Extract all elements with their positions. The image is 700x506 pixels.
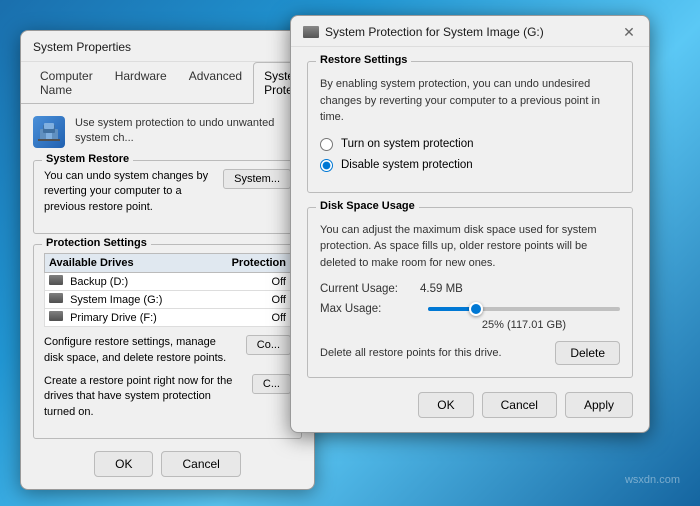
system-props-cancel-button[interactable]: Cancel xyxy=(161,451,240,477)
system-props-ok-button[interactable]: OK xyxy=(94,451,153,477)
restore-settings-section: Restore Settings By enabling system prot… xyxy=(307,61,633,193)
sp-title-drive-icon xyxy=(303,26,319,38)
delete-text: Delete all restore points for this drive… xyxy=(320,347,502,359)
sp-close-button[interactable]: ✕ xyxy=(621,24,637,40)
drive-name-backup: Backup (D:) xyxy=(49,275,128,288)
create-row: Create a restore point right now for the… xyxy=(44,374,291,420)
system-restore-row: You can undo system changes by reverting… xyxy=(44,169,291,215)
drive-protection-primary: Off xyxy=(272,312,286,324)
drive-icon-backup xyxy=(49,275,63,285)
turn-on-radio-row[interactable]: Turn on system protection xyxy=(320,138,620,151)
protection-settings-title: Protection Settings xyxy=(42,237,151,249)
sp-titlebar: System Protection for System Image (G:) … xyxy=(291,16,649,47)
sp-title-area: System Protection for System Image (G:) xyxy=(303,25,544,39)
disable-radio[interactable] xyxy=(320,159,333,172)
watermark: wsxdn.com xyxy=(625,474,680,486)
tab-computer-name[interactable]: Computer Name xyxy=(29,62,104,104)
turn-on-radio[interactable] xyxy=(320,138,333,151)
protection-settings-section: Protection Settings Available Drives Pro… xyxy=(33,244,302,439)
drive-protection-sysimage: Off xyxy=(272,294,286,306)
info-icon xyxy=(33,116,65,148)
sp-apply-button[interactable]: Apply xyxy=(565,392,633,418)
configure-text: Configure restore settings, manage disk … xyxy=(44,335,238,366)
restore-settings-desc: By enabling system protection, you can u… xyxy=(320,76,620,126)
max-usage-label: Max Usage: xyxy=(320,303,420,315)
system-props-tabs: Computer Name Hardware Advanced System P… xyxy=(21,62,314,104)
system-restore-button[interactable]: System... xyxy=(223,169,291,189)
drives-col-header: Available Drives xyxy=(49,257,134,269)
drives-table-header: Available Drives Protection xyxy=(44,253,291,273)
drive-name-sysimage: System Image (G:) xyxy=(49,293,162,306)
system-props-titlebar: System Properties ✕ xyxy=(21,31,314,62)
delete-button[interactable]: Delete xyxy=(555,341,620,365)
drive-row-backup[interactable]: Backup (D:) Off xyxy=(44,273,291,291)
sp-content: Restore Settings By enabling system prot… xyxy=(291,47,649,432)
current-usage-label: Current Usage: xyxy=(320,283,420,295)
configure-button[interactable]: Co... xyxy=(246,335,291,355)
disk-space-title: Disk Space Usage xyxy=(316,200,419,212)
drive-name-primary: Primary Drive (F:) xyxy=(49,311,157,324)
drive-icon-sysimage xyxy=(49,293,63,303)
drive-row-primary[interactable]: Primary Drive (F:) Off xyxy=(44,309,291,327)
create-button[interactable]: C... xyxy=(252,374,291,394)
disk-space-desc: You can adjust the maximum disk space us… xyxy=(320,222,620,272)
slider-track xyxy=(428,307,620,311)
system-restore-section: System Restore You can undo system chang… xyxy=(33,160,302,234)
current-usage-value: 4.59 MB xyxy=(420,283,463,295)
system-restore-title: System Restore xyxy=(42,153,133,165)
sp-ok-button[interactable]: OK xyxy=(418,392,473,418)
restore-settings-title: Restore Settings xyxy=(316,54,411,66)
turn-on-label: Turn on system protection xyxy=(341,138,474,150)
sys-protection-dialog: System Protection for System Image (G:) … xyxy=(290,15,650,433)
sp-title-text: System Protection for System Image (G:) xyxy=(325,25,544,39)
create-text: Create a restore point right now for the… xyxy=(44,374,244,420)
configure-row: Configure restore settings, manage disk … xyxy=(44,335,291,366)
slider-thumb[interactable] xyxy=(469,302,483,316)
disk-space-section: Disk Space Usage You can adjust the maxi… xyxy=(307,207,633,379)
system-props-content: Use system protection to undo unwanted s… xyxy=(21,104,314,489)
system-props-bottom-buttons: OK Cancel xyxy=(33,451,302,477)
system-restore-text: You can undo system changes by reverting… xyxy=(44,169,215,215)
disable-radio-row[interactable]: Disable system protection xyxy=(320,159,620,172)
sp-bottom-buttons: OK Cancel Apply xyxy=(307,392,633,418)
tab-advanced[interactable]: Advanced xyxy=(178,62,253,104)
drive-protection-backup: Off xyxy=(272,276,286,288)
disable-label: Disable system protection xyxy=(341,159,473,171)
protection-col-header: Protection xyxy=(232,257,286,269)
drive-row-sysimage[interactable]: System Image (G:) Off xyxy=(44,291,291,309)
info-text: Use system protection to undo unwanted s… xyxy=(75,116,302,147)
tab-hardware[interactable]: Hardware xyxy=(104,62,178,104)
info-row: Use system protection to undo unwanted s… xyxy=(33,116,302,148)
current-usage-row: Current Usage: 4.59 MB xyxy=(320,283,620,295)
slider-percent-label: 25% (117.01 GB) xyxy=(428,319,620,331)
drive-icon-primary xyxy=(49,311,63,321)
delete-row: Delete all restore points for this drive… xyxy=(320,341,620,365)
max-usage-container: Max Usage: xyxy=(320,303,620,315)
sp-cancel-button[interactable]: Cancel xyxy=(482,392,557,418)
system-props-dialog: System Properties ✕ Computer Name Hardwa… xyxy=(20,30,315,490)
system-props-title: System Properties xyxy=(33,40,131,54)
